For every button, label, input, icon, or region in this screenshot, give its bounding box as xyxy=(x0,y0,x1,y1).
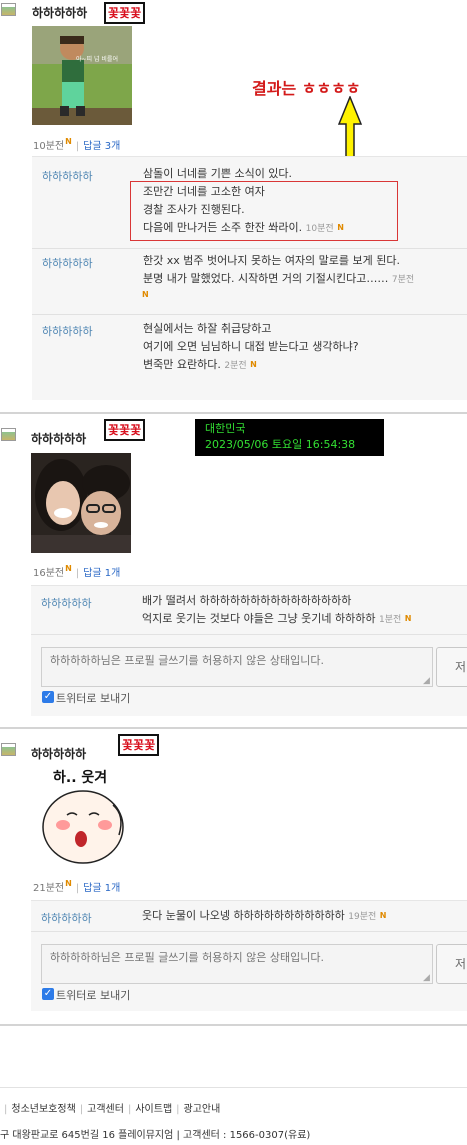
footer-link-youth-policy[interactable]: 청소년보호정책 xyxy=(11,1104,75,1115)
timestamp-overlay: 대한민국 2023/05/06 토요일 16:54:38 xyxy=(195,419,384,456)
comment-text: 현실에서는 하잘 취급당하고 여기에 오면 님님하니 대접 받는다고 생각하냐?… xyxy=(143,322,359,371)
post-separator xyxy=(0,1024,467,1026)
footer-links: | 청소년보호정책 | 고객센터 | 사이트맵 | 광고안내 xyxy=(4,1104,221,1115)
post-author[interactable]: 하하하하하 xyxy=(32,4,87,21)
new-icon: N xyxy=(65,879,72,888)
comment-text: 웃다 눈물이 나오넹 하하하하하하하하하하하 19분전 N xyxy=(142,909,387,922)
footer-link-ad-info[interactable]: 광고안내 xyxy=(184,1104,221,1115)
comment-author[interactable]: 하하하하하 xyxy=(41,595,92,611)
post-meta: 21분전N | 답글 1개 xyxy=(33,879,121,894)
comment-text: 한갓 xx 범주 벗어나지 못하는 여자의 말로를 보게 된다. 분명 내가 말… xyxy=(143,254,415,285)
comment-divider xyxy=(32,248,467,249)
comment-input[interactable] xyxy=(41,944,433,984)
resize-handle-icon: ◢ xyxy=(423,973,430,983)
comment-divider xyxy=(31,931,467,932)
post-author[interactable]: 하하하하하 xyxy=(31,430,86,447)
submit-button[interactable]: 저 xyxy=(436,944,467,984)
submit-button[interactable]: 저 xyxy=(436,647,467,687)
comment-author[interactable]: 하하하하하 xyxy=(41,910,92,926)
footer-divider xyxy=(0,1087,467,1088)
post-image-icon xyxy=(1,3,16,16)
footer-link-sitemap[interactable]: 사이트맵 xyxy=(135,1104,172,1115)
comment-author[interactable]: 하하하하하 xyxy=(42,323,93,339)
post-sticker[interactable]: 하.. 웃겨 xyxy=(31,765,131,867)
post-photo[interactable]: 아~띠 넘 비를어 xyxy=(32,26,132,125)
author-badge: 꽃꽃꽃 xyxy=(118,734,160,756)
new-icon: N xyxy=(142,290,149,299)
new-icon: N xyxy=(65,564,72,573)
reply-count-link[interactable]: 답글 3개 xyxy=(83,141,120,152)
twitter-share-label[interactable]: 트위터로 보내기 xyxy=(56,987,130,1003)
sticker-text: 하.. 웃겨 xyxy=(53,770,108,786)
photo-caption: 아~띠 넘 비를어 xyxy=(76,56,118,63)
post-separator xyxy=(0,727,467,729)
post-photo[interactable] xyxy=(31,453,131,553)
footer-link-customer-center[interactable]: 고객센터 xyxy=(87,1104,124,1115)
reply-count-link[interactable]: 답글 1개 xyxy=(83,568,120,579)
post-meta: 16분전N | 답글 1개 xyxy=(33,564,121,579)
twitter-share-label[interactable]: 트위터로 보내기 xyxy=(56,690,130,706)
footer-address: 구 대왕판교로 645번길 16 플레이뮤지엄 | 고객센터 : 1566-03… xyxy=(0,1130,311,1141)
author-badge: 꽃꽃꽃 xyxy=(104,419,146,441)
post-time: 21분전 xyxy=(33,883,65,894)
comment-input[interactable] xyxy=(41,647,433,687)
post-meta: 10분전N | 답글 3개 xyxy=(33,137,121,152)
post-image-icon xyxy=(1,743,16,756)
twitter-checkbox[interactable]: ✓ xyxy=(42,691,54,703)
author-badge: 꽃꽃꽃 xyxy=(104,2,146,24)
resize-handle-icon: ◢ xyxy=(423,676,430,686)
post-separator xyxy=(0,412,467,414)
comment-divider xyxy=(32,314,467,315)
twitter-checkbox[interactable]: ✓ xyxy=(42,988,54,1000)
comment-divider xyxy=(31,634,467,635)
comment-author[interactable]: 하하하하하 xyxy=(42,255,93,271)
post-time: 16분전 xyxy=(33,568,65,579)
post-time: 10분전 xyxy=(33,141,65,152)
comment-author[interactable]: 하하하하하 xyxy=(42,168,93,184)
new-icon: N xyxy=(65,137,72,146)
highlight-box xyxy=(130,181,398,241)
post-author[interactable]: 하하하하하 xyxy=(31,745,86,762)
comment-text: 배가 떨려서 하하하하하하하하하하하하하하하 억지로 웃기는 것보다 야들은 그… xyxy=(142,594,412,625)
post-image-icon xyxy=(1,428,16,441)
reply-count-link[interactable]: 답글 1개 xyxy=(83,883,120,894)
